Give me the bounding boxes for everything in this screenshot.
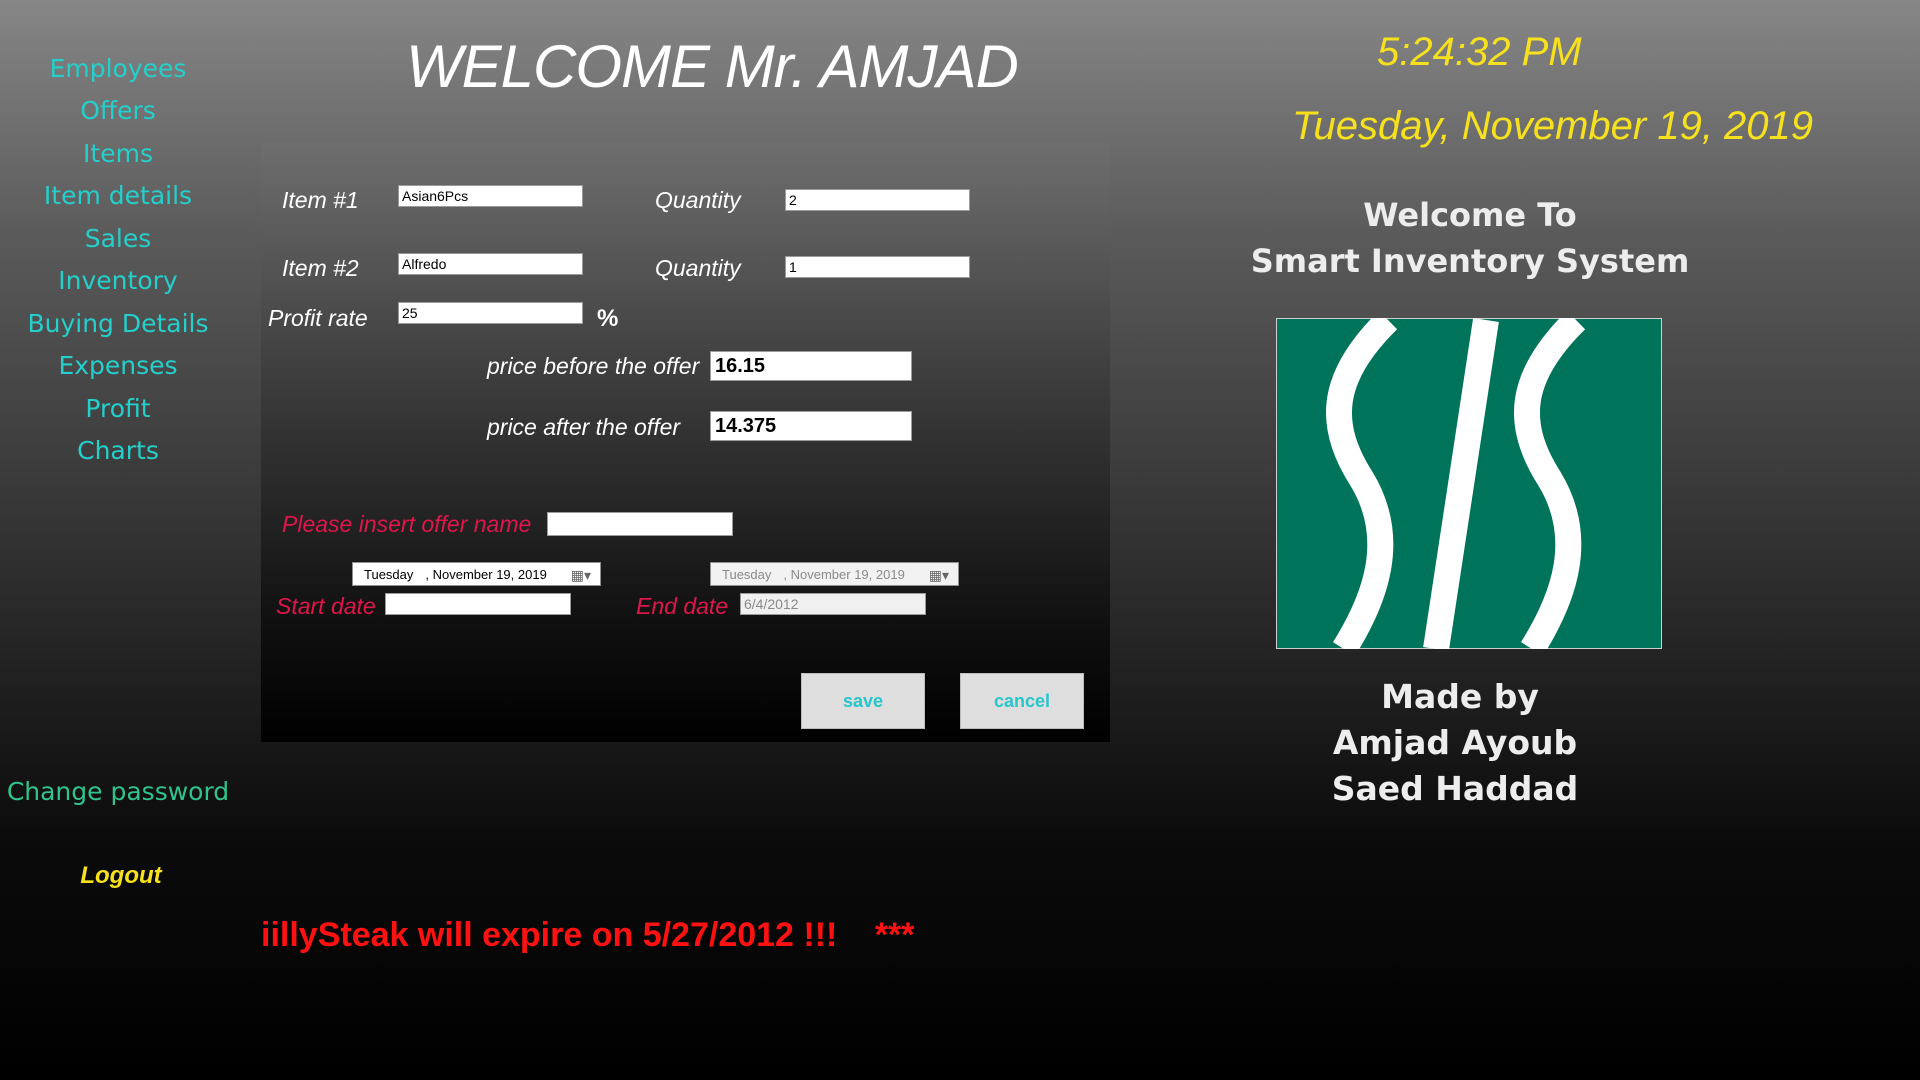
clock-time: 5:24:32 PM [1377, 30, 1582, 74]
offer-form-panel [261, 143, 1110, 742]
quantity2-label: Quantity [655, 255, 741, 281]
start-date-picker[interactable]: Tuesday , November 19, 2019 ▦▾ [352, 562, 601, 586]
price-before-field[interactable] [710, 351, 912, 381]
made-by-text: Made by [1381, 677, 1539, 716]
profit-rate-label: Profit rate [268, 305, 368, 331]
nav-item-profit[interactable]: Profit [0, 396, 236, 421]
offer-name-field[interactable] [547, 512, 733, 536]
sis-logo [1276, 318, 1662, 649]
clock-date: Tuesday, November 19, 2019 [1292, 104, 1814, 148]
calendar-dropdown-icon[interactable]: ▦▾ [929, 567, 949, 584]
price-after-field[interactable] [710, 411, 912, 441]
item2-label: Item #2 [282, 255, 359, 281]
quantity1-field[interactable] [785, 189, 970, 211]
system-name-text: Smart Inventory System [1250, 242, 1690, 280]
calendar-dropdown-icon[interactable]: ▦▾ [571, 567, 591, 584]
start-date-field[interactable] [385, 593, 571, 615]
cancel-button[interactable]: cancel [960, 673, 1084, 729]
start-date-label: Start date [276, 593, 376, 619]
start-picker-date: , November 19, 2019 [425, 566, 547, 582]
nav-item-employees[interactable]: Employees [0, 56, 236, 81]
end-date-picker[interactable]: Tuesday , November 19, 2019 ▦▾ [710, 562, 959, 586]
nav-item-offers[interactable]: Offers [0, 98, 236, 123]
quantity1-label: Quantity [655, 187, 741, 213]
offer-name-label: Please insert offer name [282, 511, 532, 537]
author-2: Saed Haddad [1331, 769, 1579, 808]
ticker-stars: *** [874, 916, 915, 954]
nav-item-inventory[interactable]: Inventory [0, 268, 236, 293]
nav-item-item-details[interactable]: Item details [0, 183, 236, 208]
expiry-ticker: iillySteak will expire on 5/27/2012 !!! … [261, 916, 1361, 966]
percent-sign: % [597, 305, 619, 332]
nav-item-charts[interactable]: Charts [0, 438, 236, 463]
end-date-label: End date [636, 593, 729, 619]
item2-field[interactable] [398, 253, 583, 275]
save-button[interactable]: save [801, 673, 925, 729]
price-after-label: price after the offer [487, 414, 681, 440]
logout-link[interactable]: Logout [3, 864, 239, 888]
item1-field[interactable] [398, 185, 583, 207]
nav-item-expenses[interactable]: Expenses [0, 353, 236, 378]
start-picker-day: Tuesday [364, 566, 414, 582]
nav-item-items[interactable]: Items [0, 141, 236, 166]
author-1: Amjad Ayoub [1332, 723, 1578, 762]
nav-item-sales[interactable]: Sales [0, 226, 236, 251]
item1-label: Item #1 [282, 187, 359, 213]
end-date-field[interactable] [740, 593, 926, 615]
welcome-title: WELCOME Mr. AMJAD [406, 33, 1019, 100]
end-picker-day: Tuesday [722, 566, 772, 582]
ticker-message: iillySteak will expire on 5/27/2012 !!! [261, 916, 838, 954]
quantity2-field[interactable] [785, 256, 970, 278]
welcome-to-text: Welcome To [1363, 196, 1577, 234]
price-before-label: price before the offer [487, 353, 700, 379]
profit-rate-field[interactable] [398, 302, 583, 324]
change-password-link[interactable]: Change password [0, 779, 236, 804]
end-picker-date: , November 19, 2019 [783, 566, 905, 582]
nav-item-buying-details[interactable]: Buying Details [0, 311, 236, 336]
